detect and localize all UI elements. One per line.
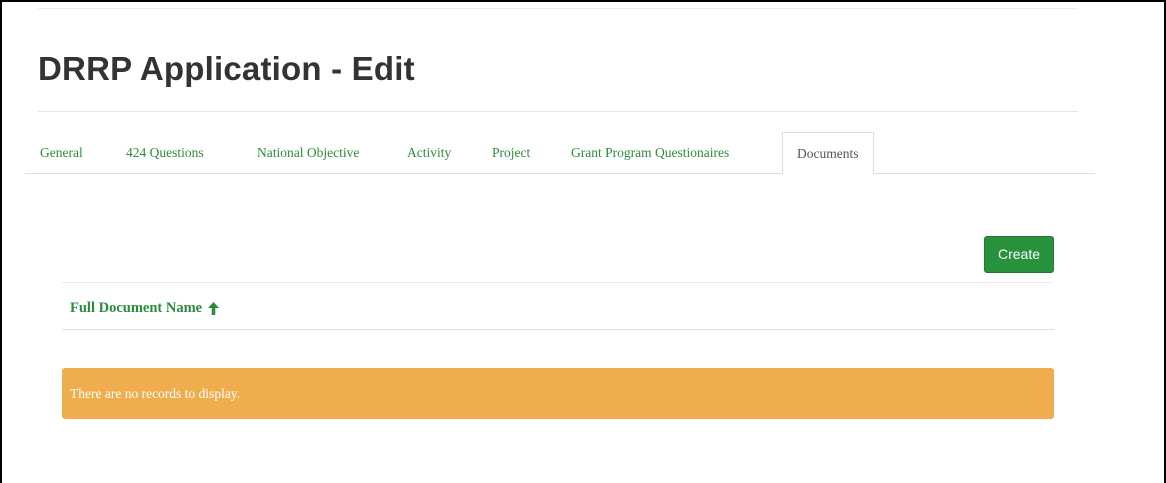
column-header-label: Full Document Name — [70, 300, 203, 316]
tab-grant-program-questionaires[interactable]: Grant Program Questionaires — [571, 132, 729, 174]
table-top-divider — [62, 282, 1054, 283]
arrow-up-icon — [208, 302, 220, 315]
tab-project[interactable]: Project — [492, 132, 530, 174]
empty-records-alert: There are no records to display. — [62, 368, 1054, 419]
page-title: DRRP Application - Edit — [38, 50, 415, 87]
tab-activity[interactable]: Activity — [407, 132, 451, 174]
column-header-full-document-name[interactable]: Full Document Name — [70, 300, 220, 317]
tab-424-questions[interactable]: 424 Questions — [126, 132, 204, 174]
tab-general[interactable]: General — [40, 132, 83, 174]
create-button[interactable]: Create — [984, 236, 1054, 273]
tab-documents[interactable]: Documents — [782, 132, 874, 175]
table-header-divider — [62, 329, 1054, 330]
top-divider — [38, 8, 1078, 9]
tab-bar: General 424 Questions National Objective… — [25, 132, 1095, 175]
title-divider — [38, 111, 1078, 112]
tab-national-objective[interactable]: National Objective — [257, 132, 359, 174]
